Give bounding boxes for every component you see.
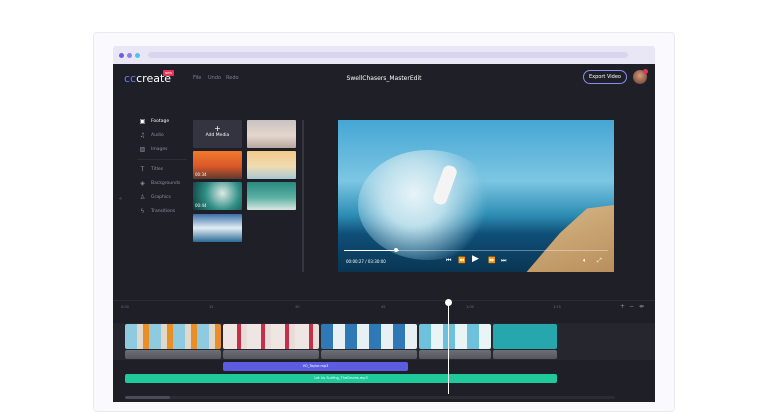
clip-duration: 00:44 [195, 203, 207, 208]
clip-audio[interactable] [493, 350, 557, 359]
ruler-tick: 30 [295, 305, 300, 309]
timeline-ruler[interactable]: 0:00 15 30 45 1:00 1:15 + − ⇹ [113, 300, 655, 312]
sidebar-item-graphics[interactable]: ♙ Graphics [139, 194, 171, 201]
image-icon: ▨ [139, 146, 146, 153]
music-clip[interactable]: Let Us Surfing_TheDrums.mp3 [125, 374, 557, 383]
sidebar-item-titles[interactable]: T Titles [139, 166, 163, 173]
ruler-tick: 1:00 [466, 305, 474, 309]
play-icon[interactable]: ▶ [472, 254, 479, 264]
media-thumbnail[interactable] [247, 182, 296, 210]
sidebar-item-transitions[interactable]: ϟ Transitions [139, 208, 176, 215]
sidebar-label: Audio [151, 133, 164, 138]
film-icon: ▣ [139, 118, 146, 125]
media-scrollbar[interactable] [302, 120, 304, 272]
playhead-handle[interactable] [445, 299, 452, 306]
address-bar[interactable] [148, 52, 628, 58]
media-thumbnail[interactable] [247, 120, 296, 148]
clip-audio[interactable] [419, 350, 491, 359]
notification-dot [643, 69, 648, 74]
music-icon: ♫ [139, 132, 146, 139]
editor-app: cccreate NEW File Undo Redo SwellChasers… [113, 64, 655, 402]
sidebar-item-footage[interactable]: ▣ Footage [139, 118, 169, 125]
volume-icon[interactable]: 🔈︎ [583, 257, 587, 265]
playback-scrubber[interactable] [394, 248, 398, 252]
playback-progress[interactable] [344, 250, 608, 251]
sidebar-label: Images [151, 147, 168, 152]
timeline-clip[interactable] [321, 324, 417, 349]
browser-toolbar [113, 46, 655, 64]
media-thumbnail[interactable]: 00:34 [193, 151, 242, 179]
media-thumbnail[interactable] [247, 151, 296, 179]
sidebar-item-audio[interactable]: ♫ Audio [139, 132, 164, 139]
collapse-sidebar-icon[interactable]: « [119, 196, 122, 202]
timeline-clip[interactable] [125, 324, 221, 349]
window-dot[interactable] [127, 53, 132, 58]
rewind-icon[interactable]: ⏪ [458, 257, 465, 264]
media-thumbnail[interactable] [193, 214, 242, 242]
timeline-clip[interactable] [419, 324, 491, 349]
layers-icon: ◈ [140, 180, 145, 187]
skip-back-icon[interactable]: ⏮ [446, 257, 451, 265]
add-media-button[interactable]: + Add Media [193, 120, 242, 148]
sidebar-label: Graphics [151, 195, 171, 200]
ruler-tick: 15 [209, 305, 214, 309]
clip-duration: 00:34 [195, 172, 207, 177]
add-media-label: Add Media [205, 133, 230, 138]
badge-icon: ♙ [139, 194, 146, 201]
bolt-icon: ϟ [140, 208, 145, 215]
plus-icon: + [214, 124, 221, 133]
voiceover-clip[interactable]: VO_Taylor.mp3 [223, 362, 408, 371]
fullscreen-icon[interactable]: ⤢ [597, 257, 602, 265]
clip-audio[interactable] [223, 350, 319, 359]
project-title: SwellChasers_MasterEdit [346, 75, 422, 82]
timeline-clip[interactable] [223, 324, 319, 349]
zoom-out-icon[interactable]: − [629, 303, 634, 310]
ruler-tick: 1:15 [553, 305, 561, 309]
zoom-in-icon[interactable]: + [620, 303, 625, 310]
skip-forward-icon[interactable]: ⏭ [501, 257, 506, 265]
clip-audio[interactable] [321, 350, 417, 359]
playhead[interactable] [448, 302, 449, 394]
fit-timeline-icon[interactable]: ⇹ [639, 303, 644, 310]
sidebar-label: Titles [151, 167, 163, 172]
export-video-button[interactable]: Export Video [583, 70, 627, 84]
timeline-scrollbar[interactable] [125, 396, 615, 399]
clip-audio[interactable] [125, 350, 221, 359]
sidebar-item-backgrounds[interactable]: ◈ Backgrounds [139, 180, 180, 187]
window-dot[interactable] [135, 53, 140, 58]
ruler-tick: 0:00 [121, 305, 129, 309]
divider [137, 159, 187, 160]
sidebar-item-images[interactable]: ▨ Images [139, 146, 168, 153]
ruler-tick: 45 [381, 305, 386, 309]
playback-time: 00:00:27 / 03:30:00 [346, 259, 386, 264]
sidebar-label: Backgrounds [151, 181, 181, 186]
media-thumbnail[interactable]: 00:44 [193, 182, 242, 210]
timeline-clip[interactable] [493, 324, 557, 349]
text-icon: T [140, 166, 145, 173]
sidebar-label: Transitions [151, 209, 176, 214]
fast-forward-icon[interactable]: ⏩ [488, 257, 495, 264]
video-preview[interactable]: 00:00:27 / 03:30:00 ⏮ ⏪ ▶ ⏩ ⏭ 🔈︎ ⤢ [338, 120, 614, 272]
window-dot[interactable] [119, 53, 124, 58]
video-frame [358, 150, 498, 260]
sidebar-label: Footage [151, 119, 170, 124]
